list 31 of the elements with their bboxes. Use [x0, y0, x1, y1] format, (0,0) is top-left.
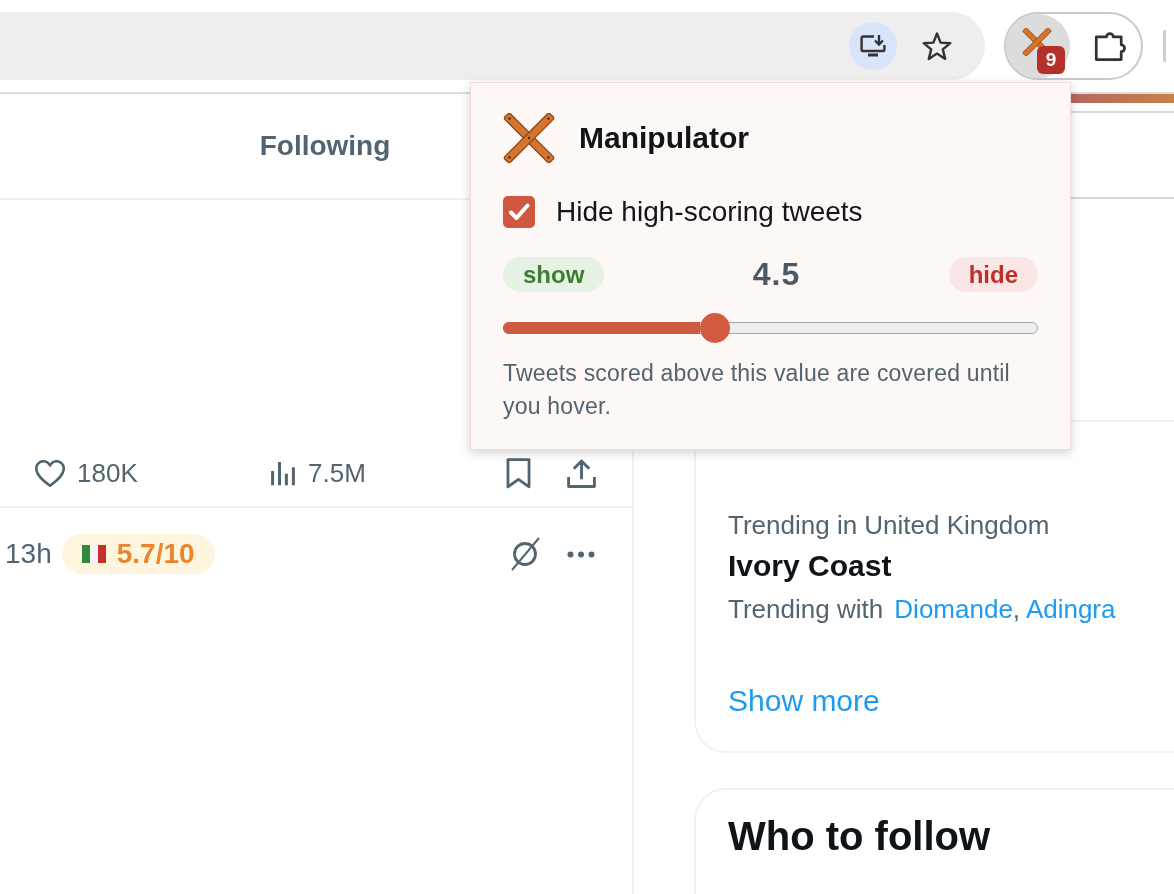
- bookmark-star-button[interactable]: [921, 30, 953, 62]
- threshold-value: 4.5: [752, 256, 801, 293]
- who-to-follow-heading: Who to follow: [728, 813, 991, 860]
- extension-button[interactable]: 9: [1006, 14, 1070, 78]
- trend-context: Trending in United Kingdom: [728, 509, 1050, 541]
- heart-icon[interactable]: [35, 459, 65, 487]
- show-label: show: [503, 257, 605, 292]
- slider-thumb[interactable]: [700, 313, 731, 343]
- slashed-circle-icon[interactable]: [509, 536, 541, 572]
- hide-label: hide: [948, 257, 1038, 292]
- like-count: 180K: [77, 457, 138, 489]
- checkbox-label[interactable]: Hide high-scoring tweets: [556, 196, 863, 228]
- view-count: 7.5M: [308, 457, 366, 489]
- trend-name[interactable]: Ivory Coast: [728, 548, 892, 584]
- checkbox[interactable]: [503, 196, 535, 228]
- star-icon: [921, 30, 953, 62]
- popup-hint-text: Tweets scored above this value are covered until you hover.: [503, 359, 1011, 421]
- extensions-menu-button[interactable]: [1094, 30, 1128, 62]
- bookmark-icon[interactable]: [506, 457, 531, 489]
- flag-icon: [81, 545, 106, 563]
- install-app-button[interactable]: [849, 22, 897, 70]
- popup-title: Manipulator: [579, 121, 749, 155]
- puzzle-piece-icon: [1094, 30, 1128, 62]
- notification-badge: 9: [1037, 46, 1065, 74]
- bar-chart-icon[interactable]: [270, 459, 296, 487]
- more-icon[interactable]: [567, 550, 595, 558]
- trending-with-text: Trending with Diomande, Adingra: [728, 593, 1116, 625]
- tweet-time: 13h: [5, 538, 52, 570]
- score-text: 5.7/10: [116, 538, 195, 570]
- monitor-download-icon: [860, 34, 886, 58]
- share-icon[interactable]: [567, 458, 596, 488]
